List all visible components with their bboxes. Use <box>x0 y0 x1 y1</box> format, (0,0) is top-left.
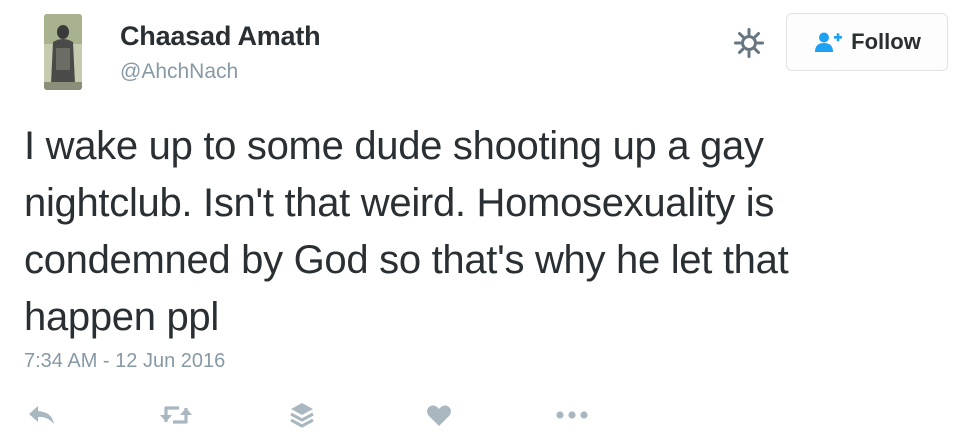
avatar-image <box>44 14 82 90</box>
reply-button[interactable] <box>22 400 62 430</box>
more-button[interactable] <box>552 400 592 430</box>
add-user-icon <box>815 32 843 52</box>
stack-icon <box>290 403 314 428</box>
reply-icon <box>29 406 54 424</box>
user-handle[interactable]: @AhchNach <box>120 60 238 84</box>
tweet-text-line: happen ppl <box>24 295 219 339</box>
retweet-icon <box>160 406 192 424</box>
tweet-text: I wake up to some dude shooting up a gay… <box>24 118 944 346</box>
tweet-text-line: condemned by God so that's why he let th… <box>24 238 789 282</box>
tweet-timestamp[interactable]: 7:34 AM - 12 Jun 2016 <box>24 350 225 373</box>
user-display-name[interactable]: Chaasad Amath <box>120 21 321 52</box>
gear-icon[interactable] <box>733 27 765 59</box>
tweet-text-line: nightclub. Isn't that weird. Homosexuali… <box>24 181 775 225</box>
follow-button-label: Follow <box>851 29 921 54</box>
avatar[interactable] <box>44 14 82 90</box>
stack-button[interactable] <box>282 400 322 430</box>
tweet-card: Chaasad Amath @AhchNach Follow I wake up… <box>0 0 980 448</box>
heart-icon <box>427 405 451 426</box>
more-icon <box>556 411 588 419</box>
retweet-button[interactable] <box>156 400 196 430</box>
like-button[interactable] <box>419 400 459 430</box>
tweet-text-line: I wake up to some dude shooting up a gay <box>24 124 764 168</box>
follow-button[interactable]: Follow <box>786 13 948 71</box>
